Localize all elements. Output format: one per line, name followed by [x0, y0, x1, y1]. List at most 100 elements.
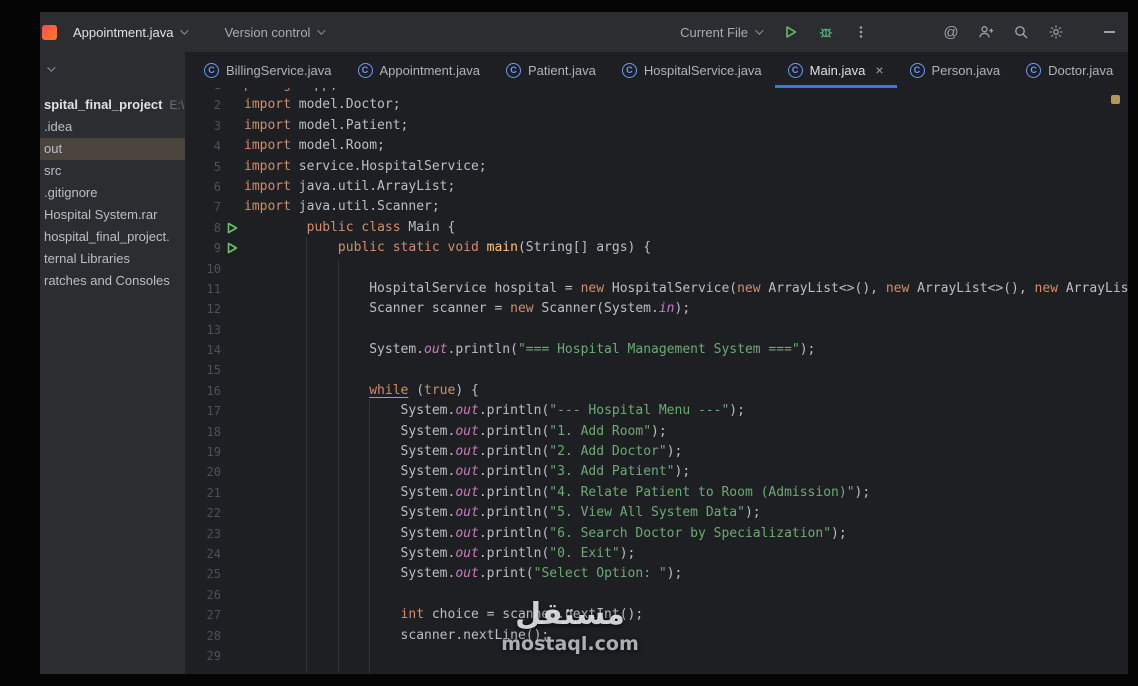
code-with-me-button[interactable]: @	[938, 19, 964, 45]
code-line[interactable]: 29	[185, 646, 1128, 666]
line-number: 9	[213, 241, 221, 256]
class-icon: C	[1026, 62, 1042, 78]
editor-column: C BillingService.java C Appointment.java C Pa…	[185, 52, 1128, 674]
run-button[interactable]	[778, 19, 804, 45]
code-line[interactable]: 21 System.out.println("4. Relate Patient…	[185, 483, 1128, 503]
code-text: import model.Doctor;	[244, 97, 401, 113]
settings-button[interactable]	[1043, 19, 1069, 45]
tab-label: HospitalService.java	[643, 62, 762, 78]
tab-bar: C BillingService.java C Appointment.java C Pa…	[185, 52, 1128, 88]
project-item-label: out	[44, 141, 63, 156]
code-line[interactable]: 26	[185, 585, 1128, 605]
editor[interactable]: 1 package app; 2 import model.Doctor; 3 impor…	[185, 88, 1128, 674]
gutter-spacer	[221, 259, 244, 279]
code-line[interactable]: 6 import java.util.ArrayList;	[185, 177, 1128, 197]
tab-appointment-java[interactable]: C Appointment.java	[345, 52, 493, 88]
code-text: System.out.println("0. Exit");	[400, 545, 636, 561]
code-line[interactable]: 5 import service.HospitalService;	[185, 157, 1128, 177]
gutter-spacer	[221, 564, 244, 584]
code-text: public static void main(String[] args) {	[337, 240, 652, 256]
code-line[interactable]: 1 package app;	[185, 88, 1128, 95]
line-number: 18	[206, 424, 221, 439]
tab-person-java[interactable]: C Person.java	[897, 52, 1014, 88]
code-line[interactable]: 10	[185, 259, 1128, 279]
gutter-spacer	[221, 462, 244, 482]
code-line[interactable]: 2 import model.Doctor;	[185, 95, 1128, 115]
search-everywhere-button[interactable]	[1008, 19, 1034, 45]
toolbar-right-group: Current File @	[672, 18, 1122, 46]
tab-close-icon[interactable]: ×	[875, 62, 883, 78]
chevron-down-icon	[180, 26, 190, 35]
code-line[interactable]: 11 HospitalService hospital = new Hospit…	[185, 279, 1128, 299]
gutter-spacer	[221, 585, 244, 605]
tab-billingservice-java[interactable]: C BillingService.java	[191, 52, 345, 88]
tab-label: Patient.java	[527, 62, 596, 78]
code-line[interactable]: 14 System.out.println("=== Hospital Mana…	[185, 340, 1128, 360]
code-line[interactable]: 23 System.out.println("6. Search Doctor …	[185, 524, 1128, 544]
project-item-ternal-libraries[interactable]: ternal Libraries	[40, 248, 185, 270]
run-config-widget[interactable]: Current File	[672, 18, 769, 46]
code-line[interactable]: 3 import model.Patient;	[185, 116, 1128, 136]
code-line[interactable]: 16 while (true) {	[185, 381, 1128, 401]
project-item-out[interactable]: out	[40, 138, 185, 160]
code-line[interactable]: 20 System.out.println("3. Add Patient");	[185, 462, 1128, 482]
line-number: 19	[206, 445, 221, 460]
tab-main-java[interactable]: C Main.java ×	[775, 52, 897, 88]
run-config-label: Current File	[680, 24, 748, 40]
run-line-icon[interactable]	[221, 218, 244, 238]
add-user-button[interactable]	[973, 19, 999, 45]
vcs-widget[interactable]: Version control	[216, 18, 331, 46]
minimize-button[interactable]	[1096, 19, 1122, 45]
project-item-ratches-and-consoles[interactable]: ratches and Consoles	[40, 270, 185, 292]
code-line[interactable]: 7 import java.util.Scanner;	[185, 197, 1128, 217]
code-line[interactable]: 18 System.out.println("1. Add Room");	[185, 422, 1128, 442]
gutter-spacer	[221, 646, 244, 666]
code-text: scanner.nextLine();	[400, 627, 550, 643]
code-line[interactable]: 12 Scanner scanner = new Scanner(System.…	[185, 299, 1128, 319]
project-item-src[interactable]: src	[40, 160, 185, 182]
tab-hospitalservice-java[interactable]: C HospitalService.java	[609, 52, 775, 88]
line-number: 12	[206, 302, 221, 317]
code-line[interactable]: 24 System.out.println("0. Exit");	[185, 544, 1128, 564]
code-line[interactable]: 19 System.out.println("2. Add Doctor");	[185, 442, 1128, 462]
code-line[interactable]: 9 public static void main(String[] args)…	[185, 238, 1128, 258]
tab-label: BillingService.java	[226, 62, 332, 78]
project-item-hospital-system-rar[interactable]: Hospital System.rar	[40, 204, 185, 226]
gutter-spacer	[221, 116, 244, 136]
code-line[interactable]: 27 int choice = scanner.nextInt();	[185, 605, 1128, 625]
line-number: 10	[206, 261, 221, 276]
code-line[interactable]: 25 System.out.print("Select Option: ");	[185, 564, 1128, 584]
tab-doctor-java[interactable]: C Doctor.java	[1013, 52, 1126, 88]
code-line[interactable]: 17 System.out.println("--- Hospital Menu…	[185, 401, 1128, 421]
at-sign-icon: @	[943, 23, 959, 41]
line-number: 17	[206, 404, 221, 419]
line-number: 22	[206, 506, 221, 521]
screenshot-frame: Appointment.java Version control Current…	[0, 0, 1138, 686]
tab-patient-java[interactable]: C Patient.java	[493, 52, 609, 88]
project-item-label: ratches and Consoles	[44, 273, 170, 288]
debug-button[interactable]	[813, 19, 839, 45]
project-item-spital-final-project[interactable]: spital_final_project E:\	[40, 94, 185, 116]
file-widget[interactable]: Appointment.java	[65, 18, 194, 46]
project-item-gitignore[interactable]: .gitignore	[40, 182, 185, 204]
code-line[interactable]: 8 public class Main {	[185, 218, 1128, 238]
code-line[interactable]: 15	[185, 360, 1128, 380]
project-item-idea[interactable]: .idea	[40, 116, 185, 138]
code-text: import model.Patient;	[244, 117, 409, 133]
code-line[interactable]: 4 import model.Room;	[185, 136, 1128, 156]
code-line[interactable]: 28 scanner.nextLine();	[185, 626, 1128, 646]
code-text: import java.util.Scanner;	[244, 199, 440, 215]
code-line[interactable]: 13	[185, 320, 1128, 340]
tab-label: Person.java	[931, 62, 1001, 78]
more-actions-button[interactable]	[848, 19, 874, 45]
run-line-icon[interactable]	[221, 238, 244, 258]
class-icon: C	[204, 62, 219, 78]
chevron-down-icon	[755, 26, 764, 35]
code-line[interactable]: 22 System.out.println("5. View All Syste…	[185, 503, 1128, 523]
project-tree: spital_final_project E:\ .idea out src .gitig…	[40, 52, 185, 292]
project-item-hospital-final-project[interactable]: hospital_final_project.	[40, 226, 185, 248]
bug-icon	[818, 24, 834, 40]
intellij-logo-icon[interactable]	[42, 24, 57, 40]
inspections-widget[interactable]	[1111, 95, 1120, 104]
gutter-spacer	[221, 401, 244, 421]
